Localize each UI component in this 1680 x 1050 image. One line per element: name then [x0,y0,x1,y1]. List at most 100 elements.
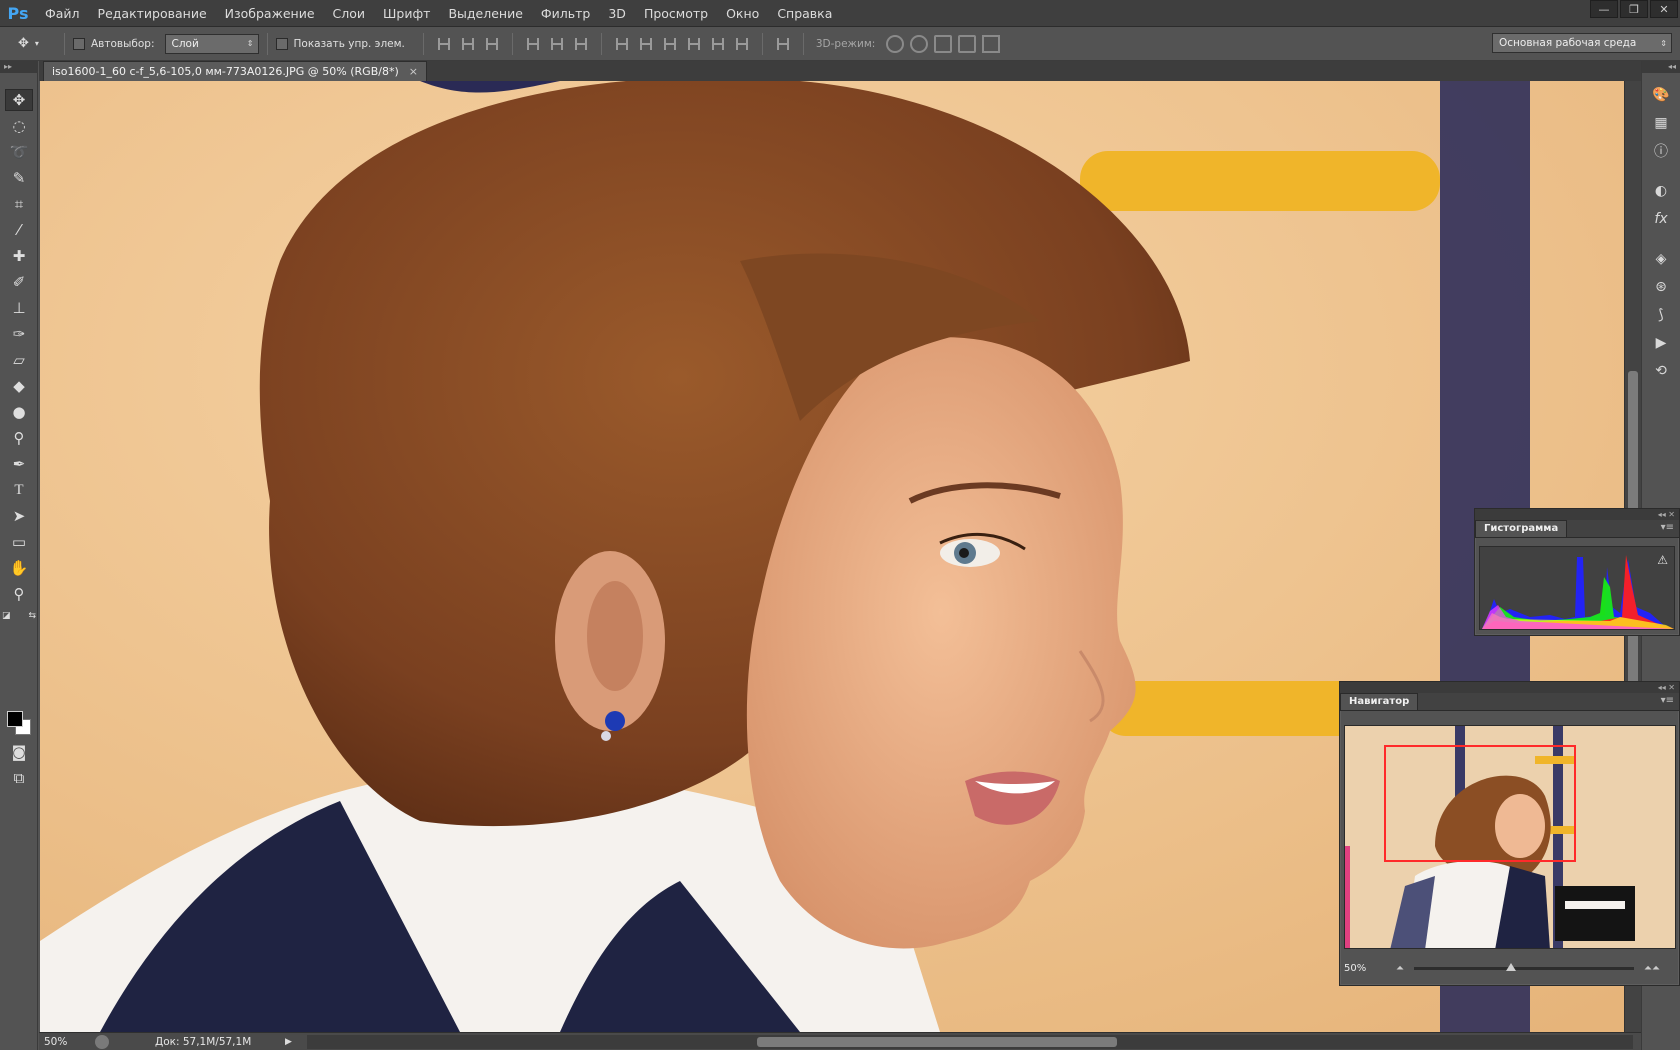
tab-histogram[interactable]: Гистограмма [1475,520,1568,537]
align-right-icon[interactable] [573,35,589,53]
close-tab-icon[interactable]: × [409,62,418,82]
align-bottom-icon[interactable] [484,35,500,53]
menu-layers[interactable]: Слои [324,0,375,27]
adjustments-panel-icon[interactable]: ◐ [1651,181,1671,201]
align-vcenter-icon[interactable] [460,35,476,53]
navigator-zoom-field[interactable]: 50% [1340,963,1396,974]
swap-colors-icon[interactable]: ⇆ [28,611,36,621]
blur-tool-icon[interactable]: ● [5,401,33,423]
color-panel-icon[interactable]: 🎨 [1651,85,1671,105]
menu-select[interactable]: Выделение [439,0,531,27]
menu-3d[interactable]: 3D [599,0,635,27]
menu-edit[interactable]: Редактирование [89,0,216,27]
align-top-icon[interactable] [436,35,452,53]
rectangle-tool-icon[interactable]: ▭ [5,531,33,553]
history-brush-icon[interactable]: ✑ [5,323,33,345]
styles-panel-icon[interactable]: fx [1651,209,1671,229]
navigator-zoom-slider[interactable] [1414,962,1634,971]
panel-menu-icon[interactable]: ▾≡ [1661,519,1679,537]
navigator-tabbar: Навигатор ▾≡ [1340,693,1679,711]
toolbox-collapse[interactable]: ▸▸ [0,61,38,73]
horizontal-scrollbar[interactable] [307,1034,1633,1049]
zoom-slider-knob[interactable] [1506,962,1516,971]
autoselect-checkbox[interactable] [73,37,85,50]
dodge-tool-icon[interactable]: ⚲ [5,427,33,449]
distribute-vcenter-icon[interactable] [638,35,654,53]
lasso-tool-icon[interactable]: ➰ [5,141,33,163]
color-swap-controls[interactable]: ◪ ⇆ [2,609,36,623]
screen-mode-icon[interactable]: ⧉ [5,767,33,789]
tab-navigator[interactable]: Навигатор [1340,693,1419,710]
zoom-out-icon[interactable]: ⏶ [1396,963,1404,974]
distribute-right-icon[interactable] [734,35,750,53]
pen-tool-icon[interactable]: ✒ [5,453,33,475]
crop-tool-icon[interactable]: ⌗ [5,193,33,215]
3d-slide-icon[interactable] [958,34,977,53]
menu-file[interactable]: Файл [36,0,89,27]
distribute-bottom-icon[interactable] [662,35,678,53]
close-button[interactable]: ✕ [1650,0,1678,18]
minimize-button[interactable]: — [1590,0,1618,18]
zoom-in-icon[interactable]: ⏶⏶ [1644,963,1660,974]
menu-view[interactable]: Просмотр [635,0,717,27]
distribute-top-icon[interactable] [614,35,630,53]
horizontal-scroll-thumb[interactable] [757,1036,1117,1047]
hand-tool-icon[interactable]: ✋ [5,557,33,579]
navigator-panel: ◂◂ ✕ Навигатор ▾≡ 50% ⏶ ⏶⏶ [1339,681,1680,986]
path-select-icon[interactable]: ➤ [5,505,33,527]
distribute-hcenter-icon[interactable] [710,35,726,53]
toolbox: ✥ ◌ ➰ ✎ ⌗ ⁄ ✚ ✐ ⊥ ✑ ▱ ◆ ● ⚲ ✒ T ➤ ▭ ✋ ⚲ … [0,73,38,1050]
auto-align-icon[interactable] [775,35,791,53]
3d-scale-icon[interactable] [982,34,1001,53]
distribute-left-icon[interactable] [686,35,702,53]
info-panel-icon[interactable]: ⓘ [1651,141,1671,161]
actions-panel-icon[interactable]: ▶ [1651,333,1671,353]
align-hcenter-icon[interactable] [549,35,565,53]
healing-brush-icon[interactable]: ✚ [5,245,33,267]
eraser-tool-icon[interactable]: ▱ [5,349,33,371]
paths-panel-icon[interactable]: ⟆ [1651,305,1671,325]
document-tab[interactable]: iso1600-1_60 c-f_5,6-105,0 мм-773A0126.J… [43,61,427,81]
status-menu-arrow-icon[interactable]: ▶ [285,1037,299,1047]
autoselect-dropdown[interactable]: Слой ⇕ [164,33,259,54]
zoom-field[interactable]: 50% [39,1036,91,1048]
show-controls-checkbox[interactable] [275,37,288,50]
type-tool-icon[interactable]: T [5,479,33,501]
menu-type[interactable]: Шрифт [374,0,439,27]
navigator-thumbnail[interactable] [1344,725,1676,949]
panel-header-controls[interactable]: ◂◂ ✕ [1340,682,1679,693]
workspace-dropdown[interactable]: Основная рабочая среда ⇕ [1492,33,1672,53]
panel-header-controls[interactable]: ◂◂ ✕ [1475,509,1679,520]
status-info-icon[interactable] [95,1034,109,1049]
3d-rotate-icon[interactable] [886,34,905,53]
eyedropper-tool-icon[interactable]: ⁄ [5,219,33,241]
dock-collapse[interactable]: ◂◂ [1642,61,1680,73]
default-colors-icon[interactable]: ◪ [2,611,11,621]
marquee-tool-icon[interactable]: ◌ [5,115,33,137]
3d-pan-icon[interactable] [934,34,953,53]
foreground-color-swatch[interactable] [7,711,23,727]
warning-icon[interactable]: ⚠ [1657,553,1668,567]
swatches-panel-icon[interactable]: ▦ [1651,113,1671,133]
align-left-icon[interactable] [525,35,541,53]
clone-stamp-icon[interactable]: ⊥ [5,297,33,319]
move-tool-icon[interactable]: ✥ [5,89,33,111]
quick-mask-icon[interactable]: ◙ [5,741,33,763]
show-controls-label: Показать упр. элем. [293,37,405,50]
separator [422,32,424,55]
brush-tool-icon[interactable]: ✐ [5,271,33,293]
restore-button[interactable]: ❐ [1620,0,1648,18]
history-panel-icon[interactable]: ⟲ [1651,361,1671,381]
menu-help[interactable]: Справка [768,0,841,27]
layers-panel-icon[interactable]: ◈ [1651,249,1671,269]
menu-filter[interactable]: Фильтр [532,0,599,27]
paint-bucket-icon[interactable]: ◆ [5,375,33,397]
zoom-tool-icon[interactable]: ⚲ [5,583,33,605]
quick-select-tool-icon[interactable]: ✎ [5,167,33,189]
menu-window[interactable]: Окно [717,0,768,27]
panel-menu-icon[interactable]: ▾≡ [1661,692,1679,710]
tool-preset-picker[interactable]: ✥ ▾ [18,31,56,57]
channels-panel-icon[interactable]: ⊛ [1651,277,1671,297]
3d-roll-icon[interactable] [910,34,929,53]
menu-image[interactable]: Изображение [216,0,324,27]
